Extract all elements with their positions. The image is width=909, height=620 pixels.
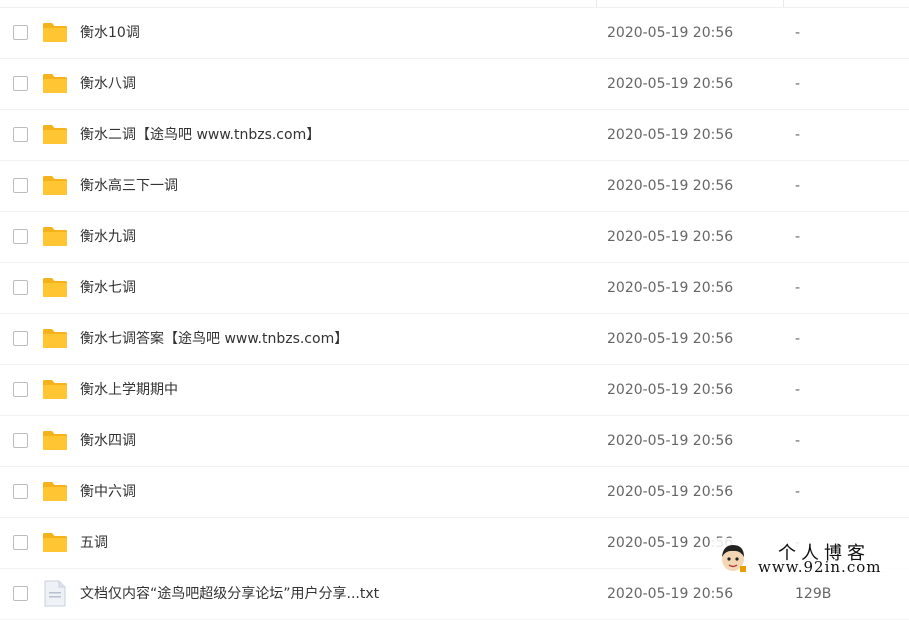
folder-icon xyxy=(43,227,67,246)
file-name[interactable]: 衡水四调 xyxy=(80,431,136,451)
file-date: 2020-05-19 20:56 xyxy=(607,484,734,500)
file-date: 2020-05-19 20:56 xyxy=(607,280,734,296)
folder-icon xyxy=(43,329,67,348)
file-row[interactable]: 衡水七调答案【途鸟吧 www.tnbzs.com】 2020-05-19 20:… xyxy=(0,314,909,365)
file-row[interactable]: 衡水二调【途鸟吧 www.tnbzs.com】 2020-05-19 20:56… xyxy=(0,110,909,161)
file-row[interactable]: 衡水八调 2020-05-19 20:56 - xyxy=(0,59,909,110)
file-name[interactable]: 衡水八调 xyxy=(80,74,136,94)
file-size: - xyxy=(795,382,801,398)
file-name[interactable]: 衡水七调 xyxy=(80,278,136,298)
row-checkbox[interactable] xyxy=(13,127,28,142)
file-size: - xyxy=(795,433,801,449)
file-date: 2020-05-19 20:56 xyxy=(607,25,734,41)
file-date: 2020-05-19 20:56 xyxy=(607,331,734,347)
file-size: - xyxy=(795,127,801,143)
file-size: - xyxy=(795,280,801,296)
file-size: - xyxy=(795,76,801,92)
file-row[interactable]: 衡水10调 2020-05-19 20:56 - xyxy=(0,8,909,59)
file-name[interactable]: 衡水上学期期中 xyxy=(80,380,178,400)
file-list: 衡水10调 2020-05-19 20:56 - 衡水八调 2020-05-19… xyxy=(0,8,909,620)
file-row[interactable]: 衡水高三下一调 2020-05-19 20:56 - xyxy=(0,161,909,212)
file-name[interactable]: 衡中六调 xyxy=(80,482,136,502)
file-size: - xyxy=(795,25,801,41)
file-date: 2020-05-19 20:56 xyxy=(607,178,734,194)
avatar-icon xyxy=(722,545,746,572)
folder-icon xyxy=(43,23,67,42)
file-row[interactable]: 衡水七调 2020-05-19 20:56 - xyxy=(0,263,909,314)
row-checkbox[interactable] xyxy=(13,331,28,346)
file-row[interactable]: 衡水上学期期中 2020-05-19 20:56 - xyxy=(0,365,909,416)
folder-icon xyxy=(43,431,67,450)
file-size: 129B xyxy=(795,586,832,602)
row-checkbox[interactable] xyxy=(13,586,28,601)
folder-icon xyxy=(43,278,67,297)
folder-icon xyxy=(43,176,67,195)
file-name[interactable]: 文档仅内容“途鸟吧超级分享论坛”用户分享...txt xyxy=(80,584,379,604)
file-size: - xyxy=(795,484,801,500)
file-row[interactable]: 衡中六调 2020-05-19 20:56 - xyxy=(0,467,909,518)
file-date: 2020-05-19 20:56 xyxy=(607,229,734,245)
watermark-url: www.92in.com xyxy=(758,558,882,576)
file-name[interactable]: 衡水高三下一调 xyxy=(80,176,178,196)
file-date: 2020-05-19 20:56 xyxy=(607,127,734,143)
folder-icon xyxy=(43,125,67,144)
row-checkbox[interactable] xyxy=(13,535,28,550)
file-name[interactable]: 衡水二调【途鸟吧 www.tnbzs.com】 xyxy=(80,125,320,145)
file-name[interactable]: 五调 xyxy=(80,533,108,553)
row-checkbox[interactable] xyxy=(13,433,28,448)
file-date: 2020-05-19 20:56 xyxy=(607,586,734,602)
file-name[interactable]: 衡水10调 xyxy=(80,23,140,43)
file-date: 2020-05-19 20:56 xyxy=(607,382,734,398)
file-size: - xyxy=(795,229,801,245)
file-size: - xyxy=(795,331,801,347)
row-checkbox[interactable] xyxy=(13,76,28,91)
folder-icon xyxy=(43,380,67,399)
row-checkbox[interactable] xyxy=(13,280,28,295)
folder-icon xyxy=(43,533,67,552)
row-checkbox[interactable] xyxy=(13,484,28,499)
file-date: 2020-05-19 20:56 xyxy=(607,76,734,92)
row-checkbox[interactable] xyxy=(13,229,28,244)
file-name[interactable]: 衡水九调 xyxy=(80,227,136,247)
folder-icon xyxy=(43,482,67,501)
row-checkbox[interactable] xyxy=(13,382,28,397)
row-checkbox[interactable] xyxy=(13,25,28,40)
file-date: 2020-05-19 20:56 xyxy=(607,433,734,449)
folder-icon xyxy=(43,74,67,93)
table-header-edge xyxy=(0,0,909,8)
file-size: - xyxy=(795,178,801,194)
site-watermark: 个人博客 www.92in.com xyxy=(712,538,909,580)
file-row[interactable]: 衡水九调 2020-05-19 20:56 - xyxy=(0,212,909,263)
file-row[interactable]: 衡水四调 2020-05-19 20:56 - xyxy=(0,416,909,467)
document-icon xyxy=(44,580,66,607)
row-checkbox[interactable] xyxy=(13,178,28,193)
file-name[interactable]: 衡水七调答案【途鸟吧 www.tnbzs.com】 xyxy=(80,329,348,349)
